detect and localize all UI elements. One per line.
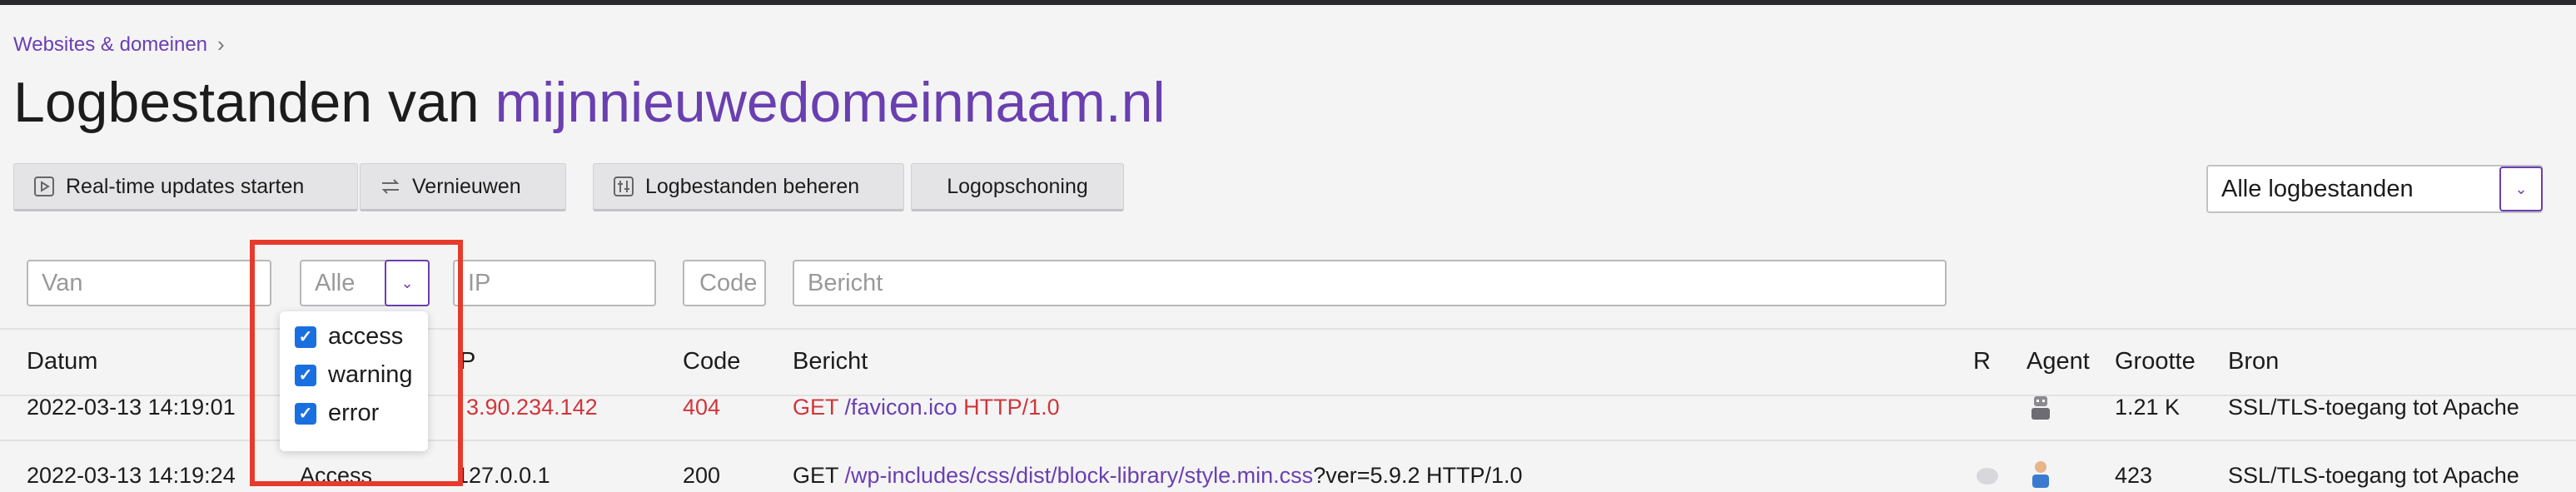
row-ip[interactable]: 3.90.234.142	[466, 395, 598, 420]
chevron-right-icon: ›	[217, 32, 225, 57]
page-title-prefix: Logbestanden van	[13, 71, 495, 134]
date-from-input[interactable]: Van	[27, 260, 271, 306]
row-code: 404	[683, 395, 721, 420]
manage-logs-button[interactable]: Logbestanden beheren	[593, 163, 904, 211]
row-message: GET /wp-includes/css/dist/block-library/…	[793, 463, 1523, 489]
log-cleanup-label: Logopschoning	[947, 174, 1088, 198]
refresh-button[interactable]: Vernieuwen	[360, 163, 566, 211]
column-r[interactable]: R	[1973, 348, 1991, 375]
row-message-query: ?ver=5.9.2 HTTP/1.0	[1313, 463, 1523, 488]
play-icon	[32, 175, 56, 198]
row-message-method: GET	[793, 395, 845, 420]
column-bericht[interactable]: Bericht	[793, 348, 868, 375]
user-agent-icon	[2028, 460, 2053, 488]
column-datum[interactable]: Datum	[27, 348, 97, 375]
refresh-label: Vernieuwen	[412, 174, 521, 198]
highlight-box	[250, 240, 463, 486]
page-title-domain[interactable]: mijnnieuwedomeinnaam.nl	[495, 71, 1166, 134]
log-file-select-value: Alle logbestanden	[2221, 175, 2414, 202]
message-filter-placeholder: Bericht	[808, 269, 883, 296]
realtime-updates-label: Real-time updates starten	[66, 174, 305, 198]
row-ip[interactable]: 127.0.0.1	[456, 463, 550, 489]
realtime-updates-button[interactable]: Real-time updates starten	[13, 163, 358, 211]
row-source: SSL/TLS-toegang tot Apache	[2228, 395, 2519, 420]
breadcrumb-link[interactable]: Websites & domeinen	[13, 33, 207, 57]
row-date: 2022-03-13 14:19:24	[27, 463, 236, 488]
column-code[interactable]: Code	[683, 348, 740, 375]
row-message-protocol: HTTP/1.0	[957, 395, 1060, 420]
row-message: GET /favicon.ico HTTP/1.0	[793, 395, 1060, 420]
row-source: SSL/TLS-toegang tot Apache	[2228, 463, 2519, 488]
eye-icon[interactable]	[1977, 468, 1998, 485]
row-size: 423	[2115, 463, 2153, 488]
row-date: 2022-03-13 14:19:01	[27, 395, 236, 420]
row-code: 200	[683, 463, 721, 488]
sliders-icon	[612, 175, 635, 198]
code-filter-placeholder: Code	[699, 269, 758, 296]
refresh-icon	[379, 175, 402, 198]
log-file-select[interactable]: Alle logbestanden ⌄	[2206, 165, 2543, 213]
top-bar	[0, 0, 2576, 5]
row-message-link[interactable]: /wp-includes/css/dist/block-library/styl…	[845, 463, 1314, 488]
bot-agent-icon	[2028, 395, 2053, 423]
manage-logs-label: Logbestanden beheren	[645, 174, 860, 198]
log-cleanup-button[interactable]: Logopschoning	[911, 163, 1124, 211]
date-from-placeholder: Van	[42, 269, 83, 296]
row-message-method: GET	[793, 463, 845, 488]
row-size: 1.21 K	[2115, 395, 2181, 420]
ip-filter-placeholder: IP	[468, 269, 491, 296]
ip-filter-input[interactable]: IP	[453, 260, 656, 306]
column-bron[interactable]: Bron	[2228, 348, 2279, 375]
code-filter-input[interactable]: Code	[683, 260, 766, 306]
column-grootte[interactable]: Grootte	[2115, 348, 2196, 375]
row-message-link[interactable]: /favicon.ico	[845, 395, 957, 420]
chevron-down-icon[interactable]: ⌄	[2499, 166, 2543, 211]
message-filter-input[interactable]: Bericht	[793, 260, 1947, 306]
column-agent[interactable]: Agent	[2026, 348, 2090, 375]
breadcrumb[interactable]: Websites & domeinen ›	[13, 32, 225, 57]
page-title: Logbestanden van mijnnieuwedomeinnaam.nl	[13, 70, 1166, 135]
